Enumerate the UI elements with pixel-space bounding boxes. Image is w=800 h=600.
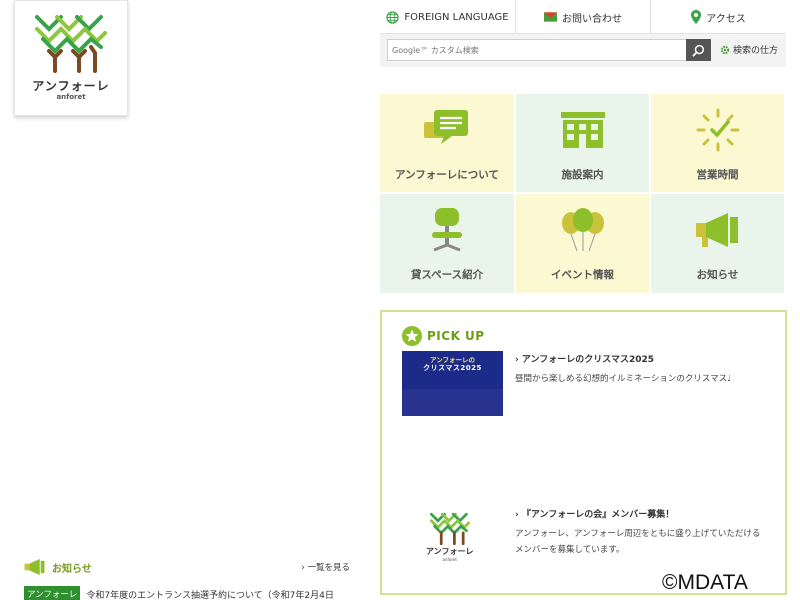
menu-events[interactable]: イベント情報	[516, 194, 651, 295]
site-logo[interactable]: アンフォーレ anforet	[14, 0, 128, 116]
foreign-language-label: FOREIGN LANGUAGE	[404, 11, 509, 23]
pickup-item-1-title[interactable]: › アンフォーレのクリスマス2025	[515, 352, 654, 365]
logo-subtitle: anforet	[56, 93, 86, 101]
pickup-item-title-text: アンフォーレのクリスマス2025	[521, 355, 654, 365]
search-button[interactable]	[686, 39, 711, 61]
thumb-line-2: クリスマス2025	[423, 364, 482, 372]
menu-rental-space[interactable]: 貸スペース紹介	[380, 194, 516, 295]
balloon-icon	[561, 208, 604, 252]
pickup-item-title-text: 『アンフォーレの会』メンバー募集！	[521, 510, 675, 520]
gear-icon	[720, 45, 730, 54]
pickup-item-1-desc: 昼間から楽しめる幻想的イルミネーションのクリスマス♩	[515, 374, 732, 384]
pickup-title: PICK UP	[427, 329, 485, 343]
news-item[interactable]: アンフォーレ 令和7年度のエントランス抽選予約について（令和7年2月4日	[24, 586, 334, 600]
news-more-label: 一覧を見る	[307, 563, 350, 573]
speech-bubble-icon	[424, 110, 468, 144]
thumb-logo-sub: anforet	[442, 557, 457, 562]
globe-icon	[386, 10, 400, 24]
menu-about[interactable]: アンフォーレについて	[380, 94, 516, 194]
search-bar: 検索の仕方	[380, 34, 786, 67]
search-help-label: 検索の仕方	[733, 46, 779, 56]
thumb-band	[402, 389, 503, 416]
logo-name: アンフォーレ	[32, 79, 110, 93]
search-help-link[interactable]: 検索の仕方	[720, 43, 778, 56]
menu-label: 貸スペース紹介	[410, 269, 484, 281]
tree-logo-icon	[35, 15, 107, 73]
contact-link[interactable]: お問い合わせ	[516, 0, 651, 34]
copyright-watermark: ©MDATA	[662, 571, 748, 594]
tree-logo-icon	[429, 512, 470, 546]
mail-icon	[544, 12, 557, 22]
menu-label: アンフォーレについて	[395, 169, 499, 181]
menu-hours[interactable]: 営業時間	[651, 94, 786, 194]
megaphone-icon	[695, 213, 738, 247]
menu-facilities[interactable]: 施設案内	[516, 94, 651, 194]
search-input[interactable]	[387, 39, 687, 61]
news-title: お知らせ	[52, 563, 92, 575]
main-menu-grid: アンフォーレについて 施設案内 営業時間 貸スペース紹介 イベント情報 お知らせ	[380, 94, 786, 295]
thumb-logo-name: アンフォーレ	[426, 547, 474, 556]
pickup-item-1-image[interactable]: アンフォーレの クリスマス2025	[402, 351, 503, 416]
news-more-link[interactable]: › 一覧を見る	[301, 561, 350, 573]
menu-label: イベント情報	[551, 269, 614, 281]
building-icon	[560, 112, 605, 148]
access-label: アクセス	[706, 13, 746, 25]
pickup-item-2-desc: アンフォーレ、アンフォーレ周辺をともに盛り上げていただけるメンバーを募集していま…	[515, 529, 761, 555]
news-item-text: 令和7年度のエントランス抽選予約について（令和7年2月4日	[86, 590, 334, 600]
clock-icon	[696, 108, 739, 152]
contact-label: お問い合わせ	[562, 13, 622, 25]
foreign-language-link[interactable]: FOREIGN LANGUAGE	[380, 0, 516, 34]
menu-news[interactable]: お知らせ	[651, 194, 786, 295]
pickup-section: PICK UP アンフォーレの クリスマス2025 › アンフォーレのクリスマス…	[380, 310, 787, 595]
news-category-badge: アンフォーレ	[24, 586, 81, 600]
pickup-header: PICK UP	[402, 326, 485, 346]
menu-label: 営業時間	[696, 169, 739, 181]
news-header: お知らせ › 一覧を見る	[24, 558, 350, 576]
access-link[interactable]: アクセス	[651, 0, 786, 34]
megaphone-icon	[24, 558, 45, 576]
pickup-item-2-image[interactable]: アンフォーレ anforet	[426, 512, 473, 562]
top-utility-bar: FOREIGN LANGUAGE お問い合わせ アクセス	[380, 0, 786, 34]
menu-label: 施設案内	[561, 169, 604, 181]
search-icon	[692, 44, 705, 57]
chair-icon	[432, 208, 462, 252]
map-pin-icon	[691, 10, 702, 24]
menu-label: お知らせ	[696, 269, 739, 281]
pickup-item-2-title[interactable]: › 『アンフォーレの会』メンバー募集！	[515, 507, 674, 520]
star-badge-icon	[402, 326, 422, 346]
